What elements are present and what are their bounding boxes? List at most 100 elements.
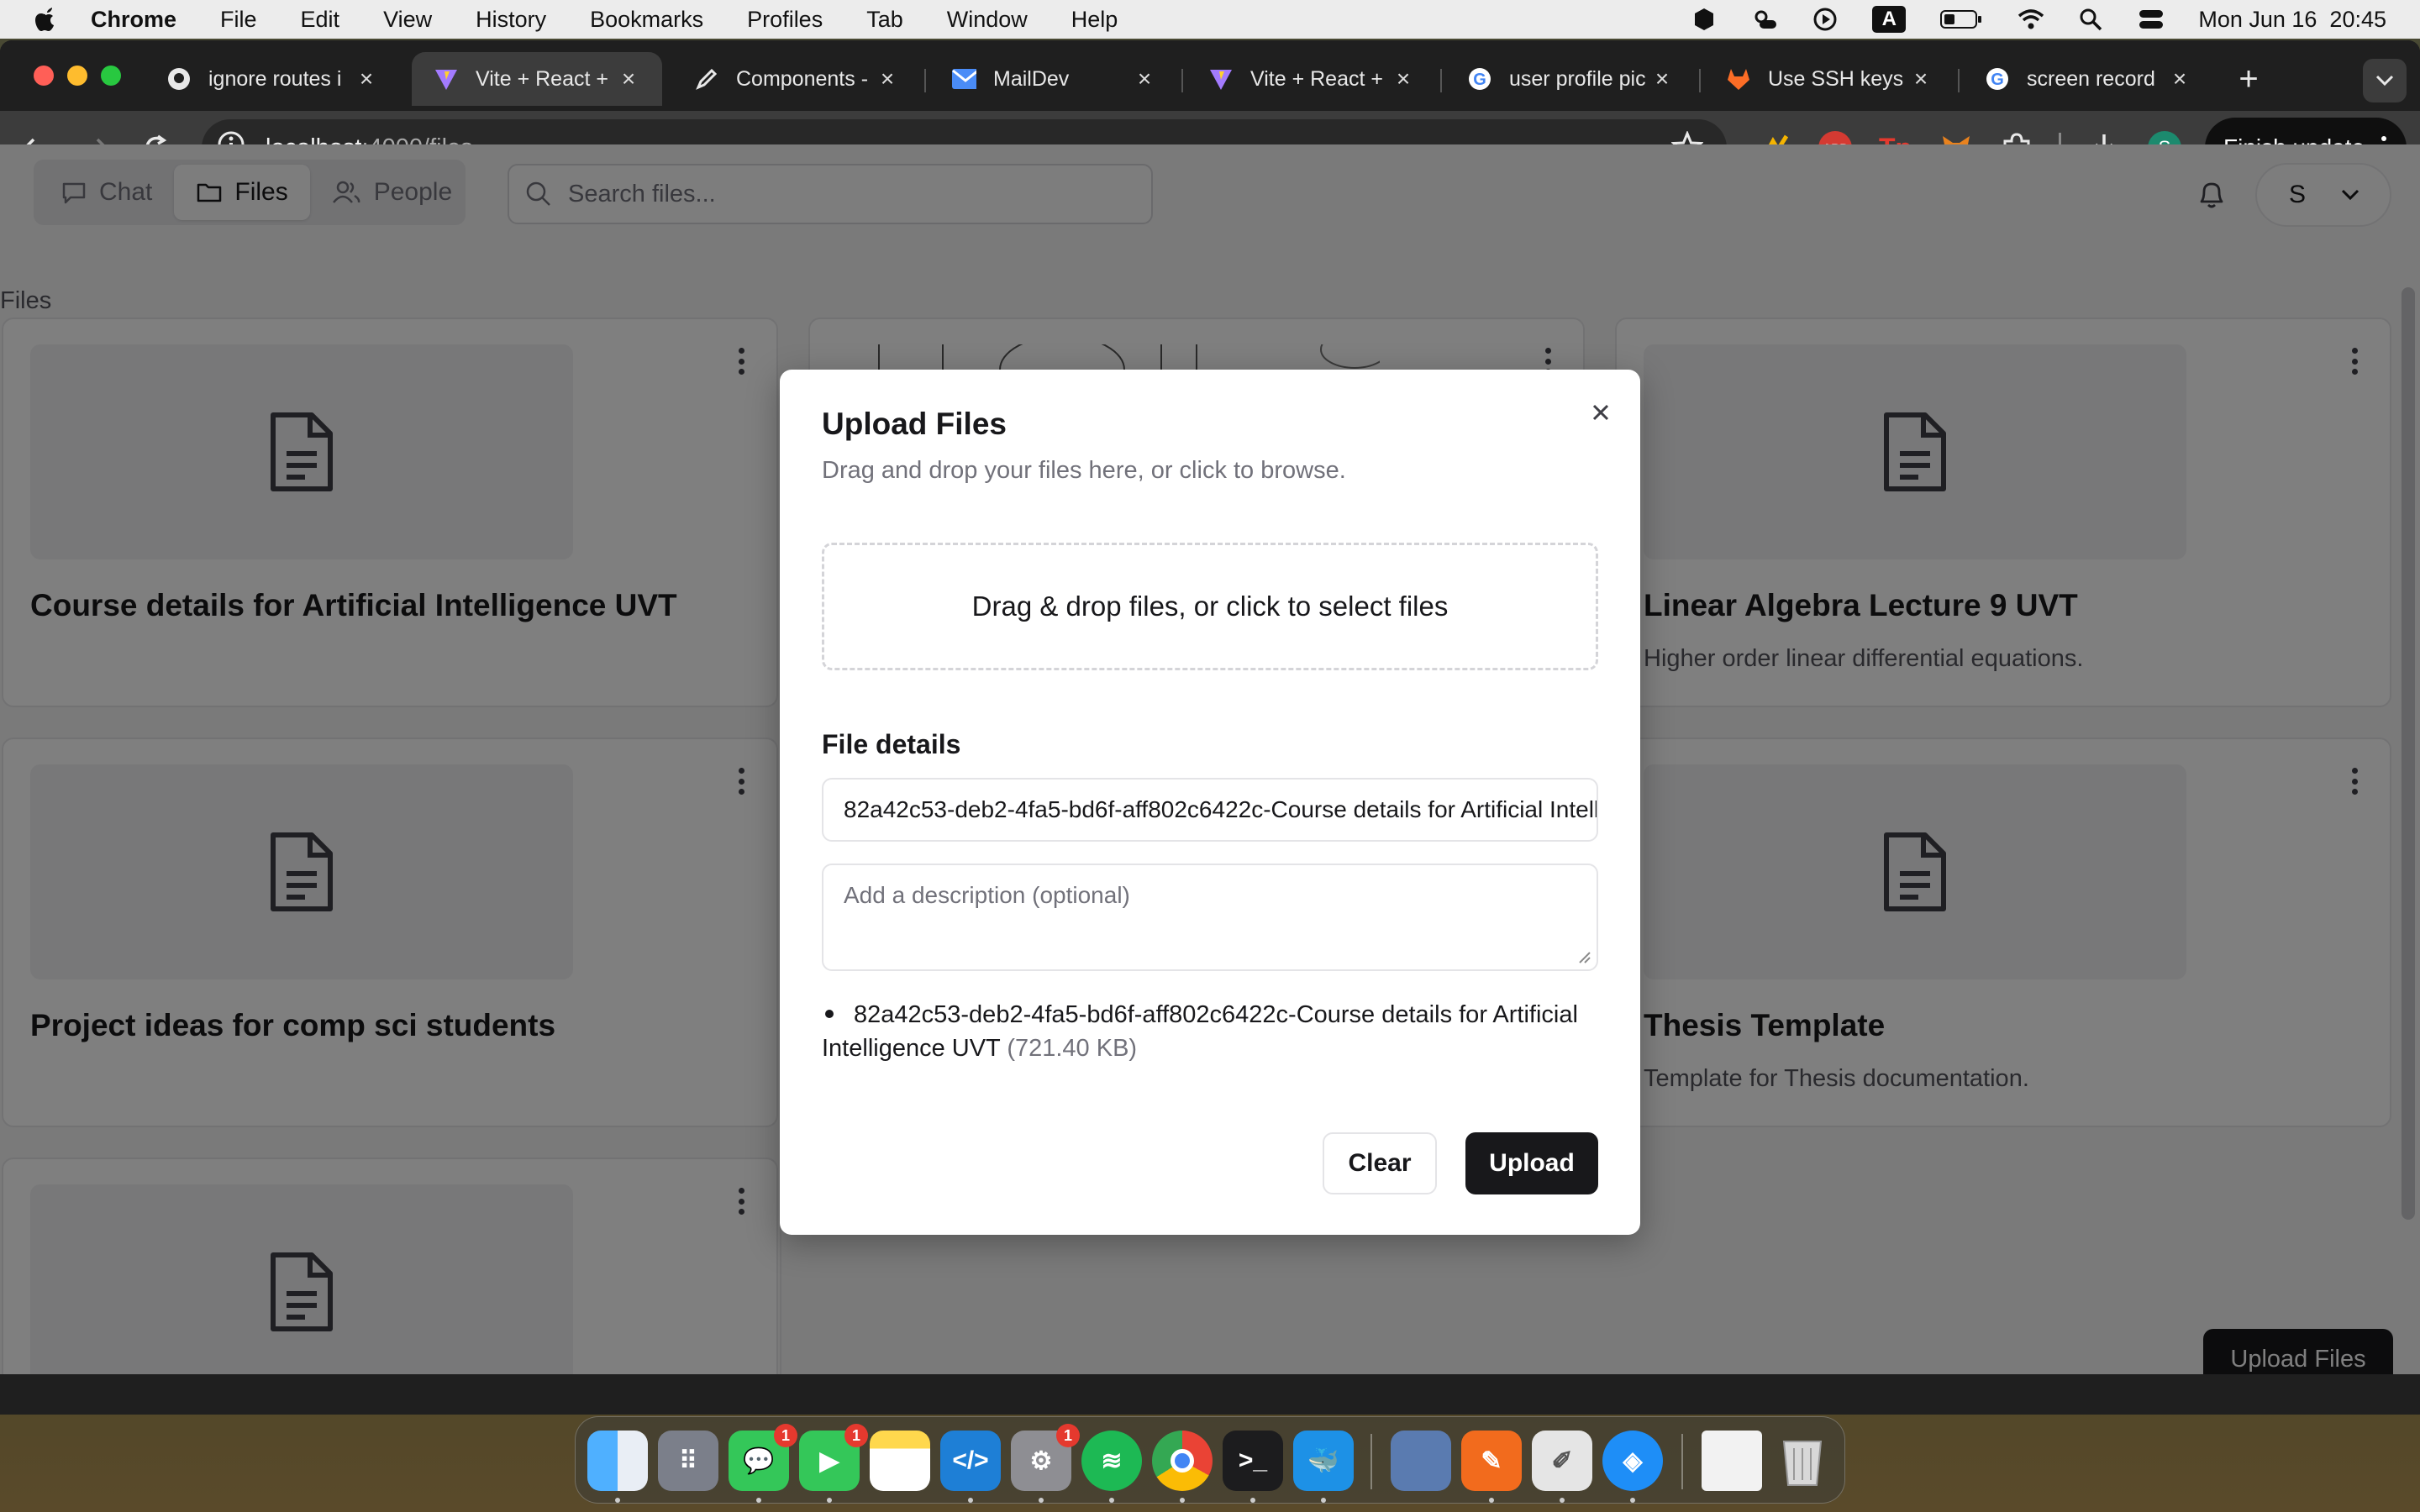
- selected-file-name: 82a42c53-deb2-4fa5-bd6f-aff802c6422c-Cou…: [822, 1001, 1578, 1062]
- menu-edit[interactable]: Edit: [301, 7, 340, 33]
- menu-bookmarks[interactable]: Bookmarks: [590, 7, 703, 33]
- tab-search-button[interactable]: [2363, 59, 2407, 102]
- tab-title: Components -: [736, 66, 869, 91]
- notes-icon[interactable]: [870, 1431, 930, 1491]
- menu-profiles[interactable]: Profiles: [747, 7, 823, 33]
- pen-tool-icon[interactable]: ✎: [1461, 1431, 1522, 1491]
- tab-title: ignore routes i: [208, 66, 342, 91]
- upload-button[interactable]: Upload: [1465, 1132, 1598, 1194]
- menu-window[interactable]: Window: [947, 7, 1028, 33]
- dropzone[interactable]: Drag & drop files, or click to select fi…: [822, 543, 1598, 670]
- close-tab-icon[interactable]: ×: [1392, 66, 1415, 92]
- spotlight-search-icon[interactable]: [2077, 6, 2104, 33]
- preview-icon[interactable]: [1391, 1431, 1451, 1491]
- clear-button[interactable]: Clear: [1323, 1132, 1437, 1194]
- description-textarea[interactable]: Add a description (optional): [822, 864, 1598, 971]
- menu-file[interactable]: File: [220, 7, 257, 33]
- zoom-window-button[interactable]: [101, 66, 121, 86]
- browser-tab[interactable]: ignore routes i ×: [145, 52, 400, 106]
- browser-tab[interactable]: Components - ×: [672, 52, 921, 106]
- modal-title: Upload Files: [822, 407, 1007, 441]
- docker-icon[interactable]: 🐳: [1293, 1431, 1354, 1491]
- upload-label: Upload: [1489, 1149, 1575, 1177]
- list-bullet: [825, 1010, 834, 1019]
- modal-subtitle: Drag and drop your files here, or click …: [822, 457, 1346, 484]
- messages-icon[interactable]: 💬 1: [729, 1424, 797, 1491]
- svg-text:G: G: [1991, 71, 2004, 89]
- menubar-clock[interactable]: Mon Jun 16 20:45: [2198, 7, 2386, 33]
- close-tab-icon[interactable]: ×: [617, 66, 640, 92]
- menu-app-name[interactable]: Chrome: [91, 7, 176, 33]
- battery-icon[interactable]: [1939, 6, 1983, 33]
- close-tab-icon[interactable]: ×: [1909, 66, 1933, 92]
- status-app-icon[interactable]: [1691, 6, 1718, 33]
- new-tab-button[interactable]: +: [2232, 60, 2265, 97]
- close-tab-icon[interactable]: ×: [355, 66, 378, 92]
- vscode-icon[interactable]: </>: [940, 1431, 1001, 1491]
- mac-menubar: Chrome File Edit View History Bookmarks …: [0, 0, 2420, 39]
- google-icon: G: [1985, 66, 2010, 92]
- close-window-button[interactable]: [34, 66, 54, 86]
- gitlab-icon: [1726, 66, 1751, 92]
- file-name-value: 82a42c53-deb2-4fa5-bd6f-aff802c6422c-Cou…: [844, 796, 1598, 822]
- system-settings-icon[interactable]: ⚙ 1: [1011, 1424, 1080, 1491]
- chrome-icon[interactable]: [1152, 1431, 1213, 1491]
- browser-tab[interactable]: Use SSH keys ×: [1704, 52, 1954, 106]
- close-tab-icon[interactable]: ×: [2168, 66, 2191, 92]
- terminal-icon[interactable]: >_: [1223, 1431, 1283, 1491]
- close-tab-icon[interactable]: ×: [1650, 66, 1674, 92]
- notification-badge: 1: [844, 1424, 868, 1447]
- safari-icon[interactable]: ◈: [1602, 1431, 1663, 1491]
- vite-icon: [1208, 66, 1234, 92]
- dock-divider: [1681, 1434, 1683, 1489]
- file-name-input[interactable]: 82a42c53-deb2-4fa5-bd6f-aff802c6422c-Cou…: [822, 778, 1598, 842]
- menu-view[interactable]: View: [383, 7, 432, 33]
- close-tab-icon[interactable]: ×: [1133, 66, 1156, 92]
- trash-icon[interactable]: [1772, 1431, 1833, 1491]
- textedit-icon[interactable]: ✐: [1532, 1431, 1592, 1491]
- tab-title: user profile pic: [1509, 66, 1646, 91]
- selected-file-list: 82a42c53-deb2-4fa5-bd6f-aff802c6422c-Cou…: [822, 998, 1578, 1065]
- facetime-icon[interactable]: ▶ 1: [799, 1424, 868, 1491]
- resize-handle-icon: [1579, 952, 1591, 963]
- browser-tab[interactable]: Vite + React + ×: [1186, 52, 1437, 106]
- dock-divider: [1370, 1434, 1372, 1489]
- tab-title: Vite + React +: [476, 66, 608, 91]
- description-placeholder: Add a description (optional): [844, 882, 1130, 908]
- tab-title: Vite + React +: [1250, 66, 1383, 91]
- browser-tab[interactable]: MailDev ×: [929, 52, 1178, 106]
- browser-tab[interactable]: G user profile pic ×: [1445, 52, 1696, 106]
- control-center-icon[interactable]: [2138, 6, 2165, 33]
- upload-modal: Upload Files Drag and drop your files he…: [780, 370, 1640, 1235]
- tab-strip: ignore routes i × Vite + React + × Compo…: [0, 40, 2420, 111]
- input-source-icon[interactable]: A: [1872, 6, 1907, 33]
- tab-title: Use SSH keys: [1768, 66, 1904, 91]
- google-icon: G: [1467, 66, 1492, 92]
- weather-icon[interactable]: [1751, 6, 1778, 33]
- chevron-down-icon: [2375, 75, 2394, 87]
- browser-tab-active[interactable]: Vite + React + ×: [412, 52, 662, 106]
- menu-history[interactable]: History: [476, 7, 546, 33]
- clear-label: Clear: [1348, 1149, 1412, 1177]
- tab-title: screen record: [2027, 66, 2155, 91]
- dropzone-label: Drag & drop files, or click to select fi…: [971, 591, 1449, 622]
- apple-icon[interactable]: [34, 7, 57, 32]
- document-stack-icon[interactable]: [1702, 1431, 1762, 1491]
- notification-badge: 1: [774, 1424, 797, 1447]
- close-tab-icon[interactable]: ×: [876, 66, 899, 92]
- close-icon[interactable]: [1586, 398, 1615, 431]
- selected-file-size: (721.40 KB): [1007, 1035, 1138, 1062]
- wifi-icon[interactable]: [2017, 6, 2044, 33]
- play-circle-icon[interactable]: [1812, 6, 1839, 33]
- mail-icon: [951, 66, 976, 92]
- menu-help[interactable]: Help: [1071, 7, 1118, 33]
- browser-tab[interactable]: G screen record ×: [1963, 52, 2213, 106]
- menu-tab[interactable]: Tab: [866, 7, 903, 33]
- mac-dock: ⠿ 💬 1 ▶ 1 </> ⚙ 1 ≋ >_ 🐳 ✎ ✐ ◈: [575, 1416, 1845, 1504]
- minimize-window-button[interactable]: [67, 66, 87, 86]
- spotify-icon[interactable]: ≋: [1081, 1431, 1142, 1491]
- finder-icon[interactable]: [587, 1431, 648, 1491]
- launchpad-icon[interactable]: ⠿: [658, 1431, 718, 1491]
- svg-text:G: G: [1473, 71, 1486, 89]
- file-details-heading: File details: [822, 729, 961, 759]
